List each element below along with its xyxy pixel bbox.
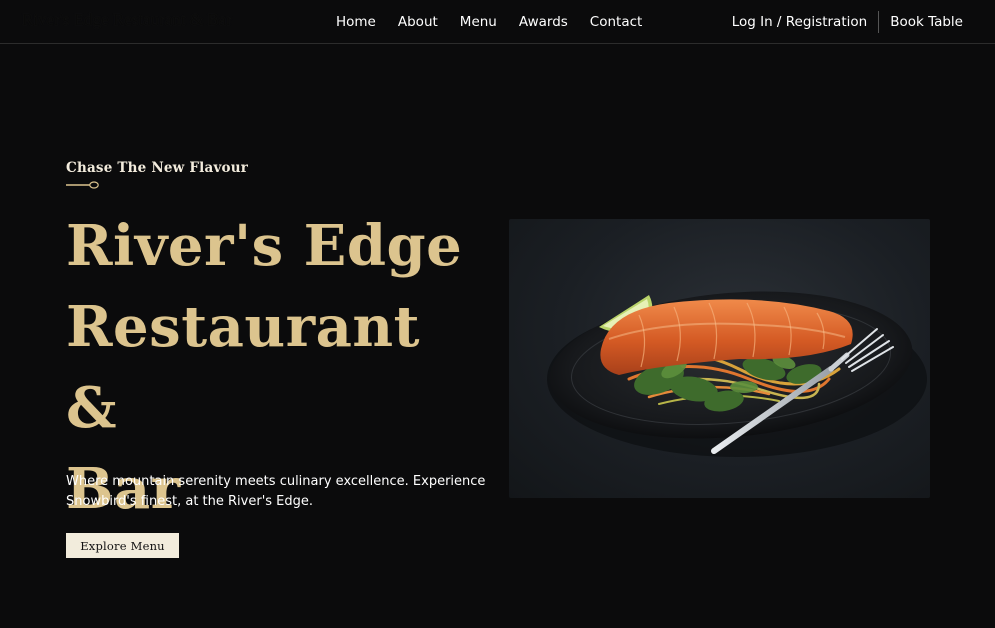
nav-actions: Log In / Registration Book Table <box>732 0 963 44</box>
top-navigation-bar: River's Edge Restaurant & Bar Home About… <box>0 0 995 44</box>
nav-divider <box>878 11 880 33</box>
hero-description: Where mountain serenity meets culinary e… <box>66 474 486 509</box>
nav-awards[interactable]: Awards <box>519 14 568 30</box>
brand-logo-text[interactable]: River's Edge Restaurant & Bar <box>22 10 232 30</box>
hero-dish-image <box>509 219 930 498</box>
hero-kicker: Chase The New Flavour <box>66 160 249 176</box>
nav-home[interactable]: Home <box>336 14 376 30</box>
nav-about[interactable]: About <box>398 14 438 30</box>
hero-title-line-2: Restaurant & <box>66 294 420 441</box>
spoon-icon <box>66 181 99 189</box>
main-nav: Home About Menu Awards Contact <box>336 0 642 44</box>
dish-illustration <box>547 291 927 457</box>
hero-title-line-1: River's Edge <box>66 213 463 279</box>
nav-contact[interactable]: Contact <box>590 14 643 30</box>
book-table-link[interactable]: Book Table <box>890 14 963 30</box>
nav-menu[interactable]: Menu <box>460 14 497 30</box>
explore-menu-button[interactable]: Explore Menu <box>66 533 179 558</box>
login-registration-link[interactable]: Log In / Registration <box>732 14 867 30</box>
